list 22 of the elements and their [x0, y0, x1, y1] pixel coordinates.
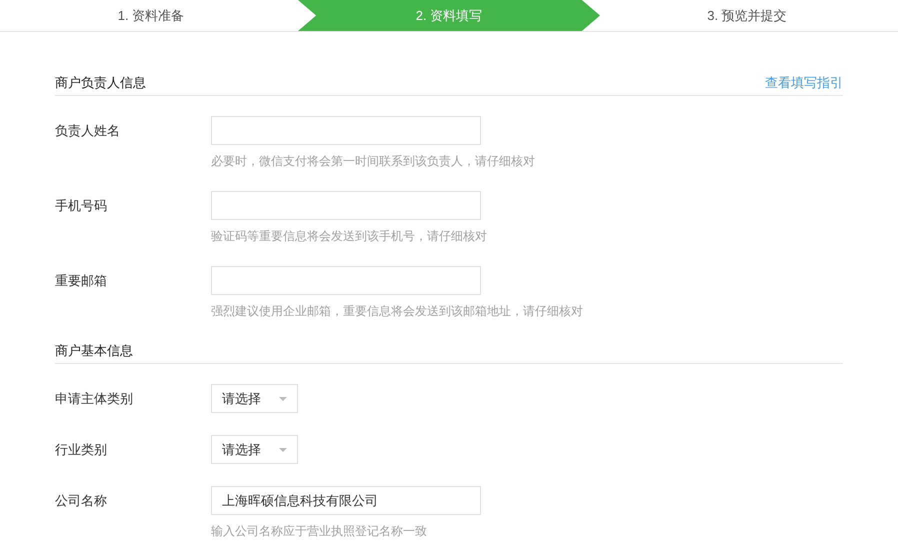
hint-text: 输入公司名称应于营业执照登记名称一致	[211, 523, 428, 540]
input-field[interactable]: 上海晖硕信息科技有限公司	[211, 486, 481, 515]
caret-icon	[279, 448, 287, 452]
input-field[interactable]	[211, 116, 481, 145]
field-label: 负责人姓名	[55, 122, 121, 140]
field-label: 重要邮箱	[55, 272, 108, 290]
hint-text: 必要时，微信支付将会第一时间联系到该负责人，请仔细核对	[211, 153, 535, 170]
field-label: 申请主体类别	[55, 390, 134, 408]
step-label: 1. 资料准备	[116, 6, 186, 25]
field-label: 公司名称	[55, 492, 108, 510]
input-field[interactable]	[211, 266, 481, 295]
input-field[interactable]	[211, 191, 481, 220]
field-label: 行业类别	[55, 441, 108, 459]
select-field[interactable]: 请选择	[211, 435, 298, 464]
section-title: 商户基本信息	[55, 342, 133, 360]
hint-text: 验证码等重要信息将会发送到该手机号，请仔细核对	[211, 228, 487, 245]
select-field[interactable]: 请选择	[211, 384, 298, 413]
hint-text: 强烈建议使用企业邮箱，重要信息将会发送到该邮箱地址，请仔细核对	[211, 303, 583, 320]
caret-icon	[279, 396, 287, 400]
section-title: 商户负责人信息	[55, 74, 146, 92]
step-label: 3. 预览并提交	[706, 6, 788, 25]
field-label: 手机号码	[55, 197, 108, 215]
